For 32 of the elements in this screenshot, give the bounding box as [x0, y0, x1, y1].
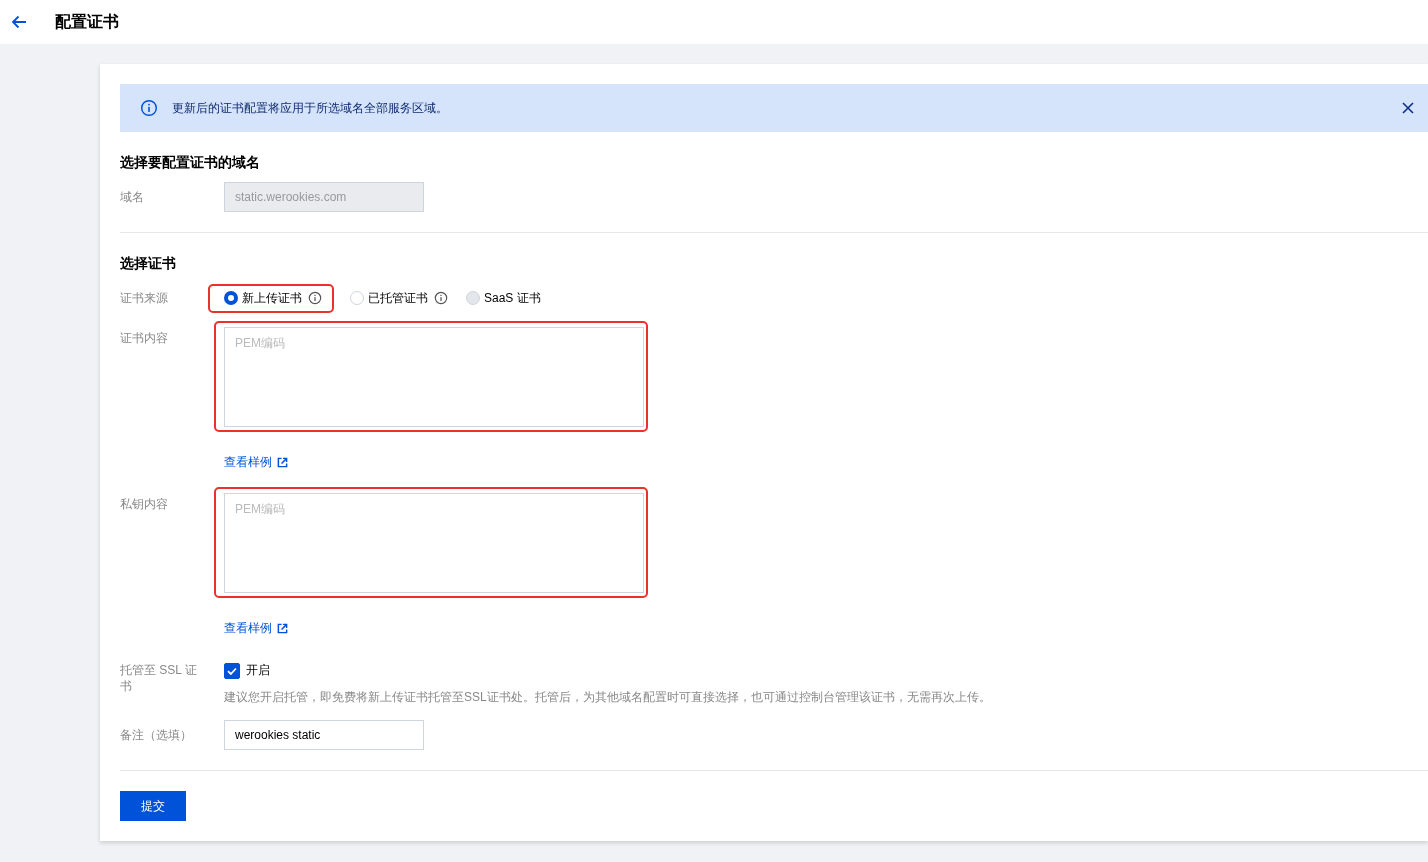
- hint-text: 建议您开启托管，即免费将新上传证书托管至SSL证书处。托管后，为其他域名配置时可直接选择，也可通过控制台管理该证书，无需再次上传。: [224, 689, 991, 706]
- field-label: 证书内容: [120, 330, 169, 346]
- back-arrow-icon[interactable]: [10, 13, 28, 31]
- submit-button[interactable]: 提交: [120, 791, 186, 821]
- info-icon: [308, 291, 322, 305]
- radio-option[interactable]: 已托管证书: [350, 289, 448, 307]
- alert-text: 更新后的证书配置将应用于所选域名全部服务区域。: [172, 99, 449, 117]
- field-label: 托管至 SSL 证书: [120, 662, 198, 694]
- close-icon[interactable]: [1402, 102, 1414, 114]
- text-area[interactable]: PEM编码: [224, 327, 644, 427]
- radio-circle[interactable]: [224, 291, 238, 305]
- info-icon: [434, 291, 448, 305]
- checkbox-label: 开启: [246, 662, 270, 679]
- page-title: 配置证书: [55, 11, 119, 32]
- field-label: 私钥内容: [120, 496, 169, 512]
- radio-label: SaaS 证书: [484, 289, 541, 307]
- field-label: 证书来源: [120, 290, 169, 306]
- radio-option[interactable]: 新上传证书: [224, 289, 322, 307]
- view-sample-link[interactable]: 查看样例: [224, 620, 288, 637]
- field-label: 备注（选填）: [120, 727, 193, 743]
- field-label: 域名: [120, 189, 145, 205]
- remark-field[interactable]: werookies static: [224, 720, 424, 750]
- external-link-icon: [277, 457, 288, 468]
- radio-label: 新上传证书: [242, 289, 302, 307]
- section-heading: 选择要配置证书的域名: [120, 154, 261, 172]
- section-heading: 选择证书: [120, 255, 177, 273]
- view-sample-link[interactable]: 查看样例: [224, 454, 288, 471]
- info-icon: [140, 99, 158, 117]
- text-area[interactable]: PEM编码: [224, 493, 644, 593]
- radio-label: 已托管证书: [368, 289, 428, 307]
- checkbox[interactable]: [224, 662, 240, 679]
- external-link-icon: [277, 623, 288, 634]
